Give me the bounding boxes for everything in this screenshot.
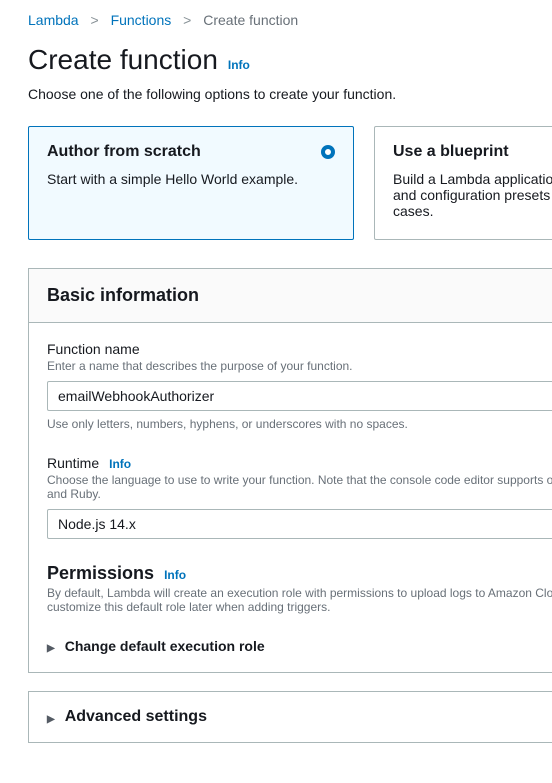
caret-right-icon [47, 638, 55, 654]
runtime-info-link[interactable]: Info [109, 457, 131, 471]
basic-information-heading: Basic information [47, 285, 552, 306]
chevron-right-icon: > [183, 12, 191, 28]
radio-selected-icon [321, 145, 335, 159]
option-title: Author from scratch [47, 143, 335, 161]
basic-information-panel: Basic information Function name Enter a … [28, 268, 552, 673]
function-name-constraint: Use only letters, numbers, hyphens, or u… [47, 417, 552, 431]
option-author-from-scratch[interactable]: Author from scratch Start with a simple … [28, 126, 354, 240]
runtime-hint: Choose the language to use to write your… [47, 473, 552, 501]
caret-right-icon [47, 709, 55, 725]
breadcrumb-current: Create function [203, 12, 298, 28]
option-use-blueprint[interactable]: Use a blueprint Build a Lambda applicati… [374, 126, 552, 240]
option-desc: Start with a simple Hello World example. [47, 171, 335, 187]
permissions-info-link[interactable]: Info [164, 568, 186, 582]
option-desc: Build a Lambda application from sample c… [393, 171, 552, 219]
runtime-select[interactable] [47, 509, 552, 539]
advanced-settings-heading: Advanced settings [65, 708, 207, 726]
advanced-settings-expander[interactable]: Advanced settings [47, 708, 552, 726]
change-execution-role-expander[interactable]: Change default execution role [47, 638, 552, 654]
breadcrumb: Lambda > Functions > Create function [28, 12, 552, 28]
chevron-right-icon: > [90, 12, 98, 28]
function-name-hint: Enter a name that describes the purpose … [47, 359, 552, 373]
page-title: Create function [28, 44, 218, 76]
page-subtitle: Choose one of the following options to c… [28, 86, 552, 102]
breadcrumb-lambda[interactable]: Lambda [28, 12, 79, 28]
advanced-settings-panel: Advanced settings [28, 691, 552, 743]
expander-label: Change default execution role [65, 638, 265, 654]
runtime-label: Runtime [47, 455, 99, 471]
function-name-label: Function name [47, 341, 552, 357]
info-link[interactable]: Info [228, 58, 250, 72]
function-name-input[interactable] [47, 381, 552, 411]
option-title: Use a blueprint [393, 143, 552, 161]
permissions-label: Permissions [47, 563, 154, 584]
breadcrumb-functions[interactable]: Functions [111, 12, 172, 28]
permissions-hint: By default, Lambda will create an execut… [47, 586, 552, 614]
